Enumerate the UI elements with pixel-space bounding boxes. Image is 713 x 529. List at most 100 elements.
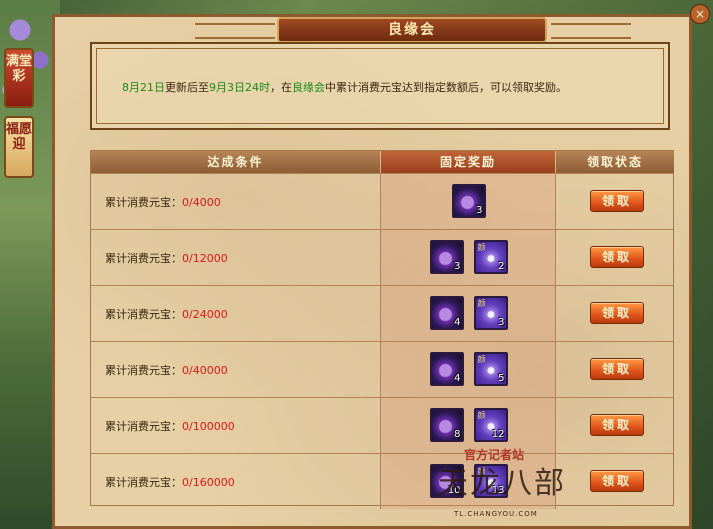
condition-cell: 累计消费元宝：0/40000: [91, 342, 381, 397]
info-event-name: 良缘会: [292, 81, 325, 94]
condition-progress: 0/12000: [182, 252, 228, 265]
reward-items: 3颜2: [381, 240, 556, 274]
info-part3: 中累计消费元宝达到指定数额后，可以领取奖励。: [325, 81, 567, 94]
condition-cell: 累计消费元宝：0/4000: [91, 174, 381, 229]
gem-icon[interactable]: 颜3: [473, 296, 508, 330]
reward-items: 8 颜 12: [381, 408, 556, 442]
ore-icon[interactable]: 10: [429, 464, 464, 498]
reward-cell: 4颜3: [381, 286, 556, 341]
reward-cell: 10 颜 13: [381, 454, 556, 509]
table-row: 累计消费元宝：0/12000 3 颜 2 领取: [91, 229, 673, 285]
status-cell: 领取: [556, 230, 673, 285]
table-row: 累计消费元宝：0/24000 4 颜 3 领取: [91, 285, 673, 341]
condition-cell: 累计消费元宝：0/24000: [91, 286, 381, 341]
side-tab-fuyuanying[interactable]: 福愿迎: [4, 116, 34, 178]
reward-cell: 8 颜 12: [381, 398, 556, 453]
claim-button[interactable]: 领取: [590, 470, 644, 492]
condition-progress: 0/160000: [182, 476, 235, 489]
condition-progress: 0/4000: [182, 196, 221, 209]
gem-mark: 颜: [477, 467, 486, 476]
claim-button[interactable]: 领取: [590, 302, 644, 324]
condition-label: 累计消费元宝：: [105, 420, 182, 433]
reward-table: 达成条件 固定奖励 领取状态 累计消费元宝：0/4000 3 领取 累计消费元宝：0/…: [90, 150, 674, 509]
claim-button[interactable]: 领取: [590, 246, 644, 268]
condition-progress: 0/24000: [182, 308, 228, 321]
info-part1: 更新后至: [165, 81, 209, 94]
condition-label: 累计消费元宝：: [105, 252, 182, 265]
gem-icon[interactable]: 颜 12: [473, 408, 508, 442]
title-ornament-right: [551, 23, 631, 39]
info-date-end: 9月3日24时: [209, 81, 270, 94]
item-count: 4: [454, 317, 461, 328]
condition-cell: 累计消费元宝：0/100000: [91, 398, 381, 453]
reward-cell: 4颜5: [381, 342, 556, 397]
condition-label: 累计消费元宝：: [105, 364, 182, 377]
claim-button[interactable]: 领取: [590, 190, 644, 212]
table-row: 累计消费元宝：0/100000 8 颜 12 领取: [91, 397, 673, 453]
status-cell: 领取: [556, 342, 673, 397]
status-cell: 领取: [556, 174, 673, 229]
close-icon[interactable]: ×: [690, 4, 710, 24]
reward-cell: 3颜2: [381, 230, 556, 285]
table-row: 累计消费元宝：0/4000 3 领取: [91, 173, 673, 229]
ore-icon[interactable]: 4: [429, 296, 464, 330]
reward-cell: 3: [381, 174, 556, 229]
condition-label: 累计消费元宝：: [105, 476, 182, 489]
claim-button[interactable]: 领取: [590, 414, 644, 436]
header-status: 领取状态: [556, 151, 674, 173]
window-title: 良缘会: [388, 22, 436, 38]
info-date-start: 8月21日: [122, 81, 165, 94]
claim-button[interactable]: 领取: [590, 358, 644, 380]
info-box: 8月21日更新后至9月3日24时，在良缘会中累计消费元宝达到指定数额后，可以领取…: [90, 42, 670, 130]
item-count: 12: [491, 429, 505, 440]
item-count: 5: [498, 373, 505, 384]
condition-label: 累计消费元宝：: [105, 308, 182, 321]
condition-text: 累计消费元宝：0/40000: [105, 362, 228, 378]
reward-items: 4颜5: [381, 352, 556, 386]
item-count: 3: [454, 261, 461, 272]
side-tab-mantangcai[interactable]: 满堂彩: [4, 48, 34, 108]
title-bar: 良缘会: [277, 17, 547, 43]
gem-mark: 颜: [477, 355, 486, 364]
ore-icon[interactable]: 3: [429, 240, 464, 274]
title-ornament-left: [195, 23, 275, 39]
ore-icon[interactable]: 8: [429, 408, 464, 442]
item-count: 2: [498, 261, 505, 272]
status-cell: 领取: [556, 286, 673, 341]
header-condition: 达成条件: [91, 151, 381, 173]
condition-text: 累计消费元宝：0/24000: [105, 306, 228, 322]
condition-cell: 累计消费元宝：0/160000: [91, 454, 381, 509]
gem-mark: 颜: [477, 411, 486, 420]
item-count: 10: [447, 485, 461, 496]
condition-text: 累计消费元宝：0/160000: [105, 474, 235, 490]
reward-items: 10 颜 13: [381, 464, 556, 498]
condition-progress: 0/40000: [182, 364, 228, 377]
reward-items: 3: [381, 184, 556, 218]
item-count: 8: [454, 429, 461, 440]
item-count: 3: [498, 317, 505, 328]
header-reward: 固定奖励: [381, 151, 556, 173]
table-row: 累计消费元宝：0/40000 4 颜 5 领取: [91, 341, 673, 397]
item-count: 4: [454, 373, 461, 384]
condition-cell: 累计消费元宝：0/12000: [91, 230, 381, 285]
condition-progress: 0/100000: [182, 420, 235, 433]
status-cell: 领取: [556, 454, 673, 509]
gem-icon[interactable]: 颜2: [473, 240, 508, 274]
gem-icon[interactable]: 颜5: [473, 352, 508, 386]
gem-icon[interactable]: 颜 13: [473, 464, 508, 498]
condition-text: 累计消费元宝：0/4000: [105, 194, 221, 210]
info-part2: ，在: [270, 81, 292, 94]
table-row: 累计消费元宝：0/160000 10 颜 13 领取: [91, 453, 673, 509]
info-text: 8月21日更新后至9月3日24时，在良缘会中累计消费元宝达到指定数额后，可以领取…: [122, 79, 567, 95]
condition-label: 累计消费元宝：: [105, 196, 182, 209]
condition-text: 累计消费元宝：0/100000: [105, 418, 235, 434]
condition-text: 累计消费元宝：0/12000: [105, 250, 228, 266]
status-cell: 领取: [556, 398, 673, 453]
ore-icon[interactable]: 4: [429, 352, 464, 386]
gem-mark: 颜: [477, 299, 486, 308]
gem-mark: 颜: [477, 243, 486, 252]
ore-icon[interactable]: 3: [451, 184, 486, 218]
reward-items: 4颜3: [381, 296, 556, 330]
item-count: 3: [476, 205, 483, 216]
item-count: 13: [491, 485, 505, 496]
